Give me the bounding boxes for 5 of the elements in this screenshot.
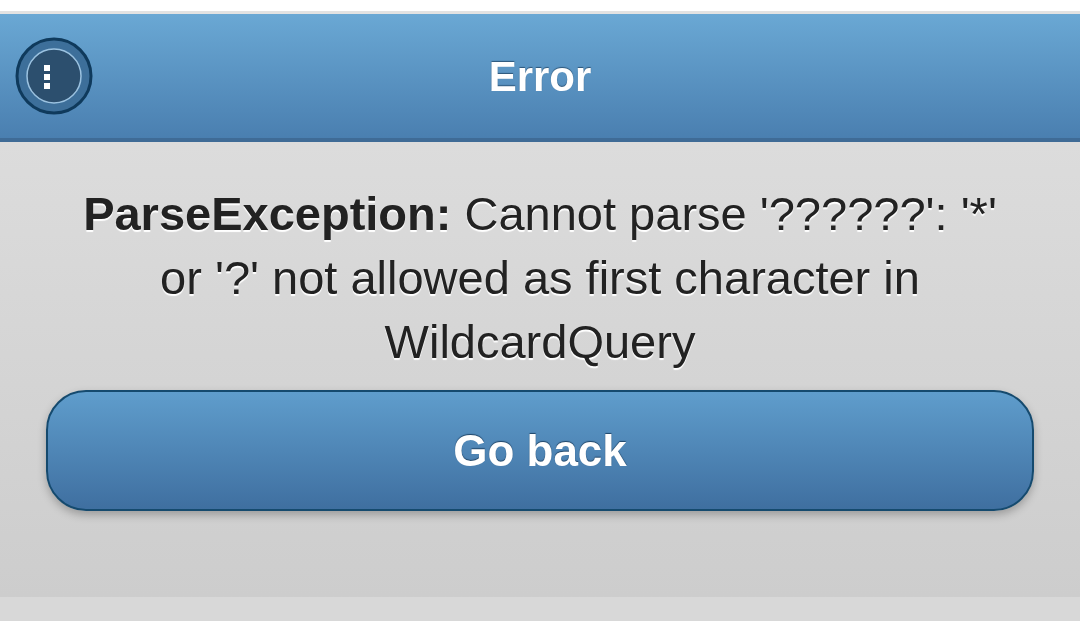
error-message: ParseException: Cannot parse '??????': '*' or '?' not allowed as first character in WildcardQuery — [82, 186, 998, 370]
page-title: Error — [488, 51, 592, 102]
menu-button[interactable] — [15, 37, 93, 115]
go-back-button[interactable]: Go back — [46, 390, 1034, 511]
menu-icon — [15, 37, 93, 115]
